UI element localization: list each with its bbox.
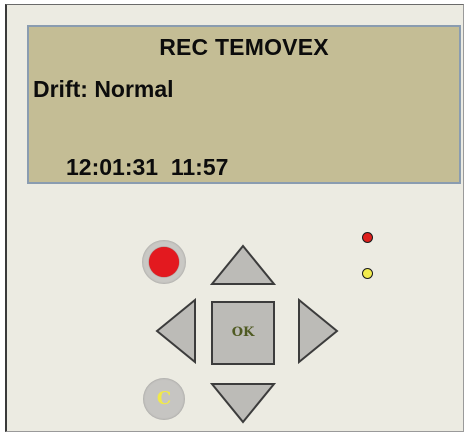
clear-button[interactable]: C bbox=[143, 378, 185, 420]
record-button[interactable] bbox=[142, 240, 186, 284]
arrow-right-icon bbox=[298, 298, 339, 364]
display-time-line: 12:01:31 11:57 bbox=[66, 154, 229, 180]
lcd-display: REC TEMOVEX Drift: Normal 12:01:31 11:57 bbox=[27, 25, 461, 184]
left-button[interactable] bbox=[155, 298, 197, 364]
display-status-line: Drift: Normal bbox=[33, 76, 174, 102]
display-title: REC TEMOVEX bbox=[159, 34, 329, 60]
down-button[interactable] bbox=[210, 382, 276, 424]
record-dot-icon bbox=[149, 247, 179, 277]
arrow-left-icon bbox=[155, 298, 196, 364]
yellow-led-indicator bbox=[362, 268, 373, 279]
control-panel: REC TEMOVEX Drift: Normal 12:01:31 11:57… bbox=[5, 4, 464, 432]
right-button[interactable] bbox=[297, 298, 339, 364]
up-button[interactable] bbox=[210, 244, 276, 286]
arrow-up-icon bbox=[210, 244, 276, 285]
red-led-indicator bbox=[362, 232, 373, 243]
arrow-down-icon bbox=[210, 383, 276, 424]
ok-button[interactable]: OK bbox=[211, 301, 275, 365]
